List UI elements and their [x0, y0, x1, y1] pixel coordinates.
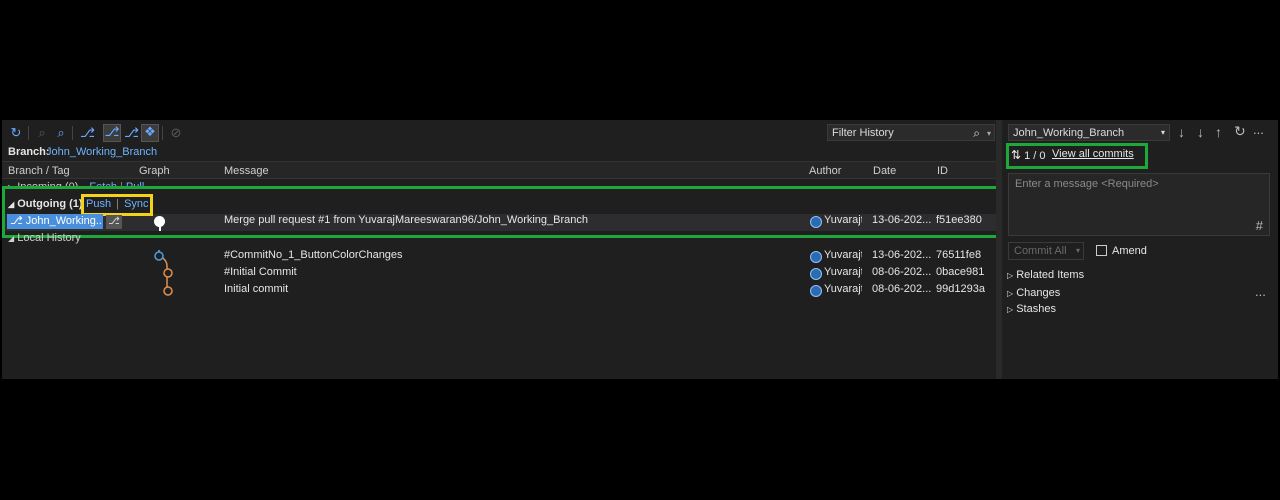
counts-text: 1 / 0 [1024, 150, 1046, 162]
commit-date: 08-06-202... [872, 266, 932, 278]
filter-history-input[interactable]: Filter History ⌕ ▾ [827, 124, 995, 141]
commit-message: #Initial Commit [224, 266, 297, 278]
push-sync-sep: | [116, 198, 119, 210]
expand-icon: ▷ [1007, 305, 1014, 314]
stashes-section[interactable]: ▷ Stashes [1007, 303, 1056, 315]
pull-icon[interactable]: ↓ [1197, 124, 1204, 140]
branch-chip[interactable]: ⎇ John_Working... [7, 214, 103, 229]
hide-icon[interactable]: ⊘ [169, 126, 183, 140]
more-options-icon[interactable]: ... [1253, 122, 1264, 137]
zoom-in-icon[interactable]: ⌕ [54, 126, 68, 140]
commit-all-button[interactable]: Commit All ▾ [1008, 242, 1084, 260]
refresh-icon[interactable]: ↻ [9, 126, 23, 140]
branch-icon[interactable]: ⎇ [80, 126, 95, 140]
local-history-label: Local History [17, 232, 81, 244]
search-icon[interactable]: ⌕ [973, 125, 980, 142]
sync-icon[interactable]: ↻ [1234, 123, 1246, 140]
push-icon[interactable]: ↑ [1215, 124, 1222, 140]
more-options-icon[interactable]: ... [1255, 284, 1266, 299]
column-author[interactable]: Author [809, 165, 841, 177]
toolbar-separator [162, 126, 163, 140]
column-date[interactable]: Date [873, 165, 896, 177]
commit-message-input[interactable]: Enter a message <Required> # [1008, 173, 1270, 236]
graph-line [159, 225, 161, 231]
expand-icon: ▷ [1007, 289, 1014, 298]
changes-section[interactable]: ▷ Changes [1007, 287, 1060, 299]
avatar [810, 285, 822, 297]
commit-author: Yuvarajt [824, 214, 862, 226]
remote-branch-icon[interactable]: ⎇ [106, 215, 122, 229]
collapse-icon: ◢ [8, 234, 15, 243]
commit-author: Yuvarajt [824, 283, 862, 295]
avatar [810, 216, 822, 228]
push-link[interactable]: Push [86, 198, 111, 210]
outgoing-label: Outgoing (1) [17, 198, 83, 210]
chevron-down-icon[interactable]: ▾ [1076, 246, 1080, 255]
column-message[interactable]: Message [224, 165, 269, 177]
avatar [810, 251, 822, 263]
section-label: Related Items [1016, 269, 1085, 281]
amend-checkbox[interactable] [1096, 245, 1107, 256]
commit-id: 76511fe8 [936, 249, 982, 261]
expand-icon: ▷ [1007, 271, 1014, 280]
collapse-icon: ◢ [8, 200, 15, 209]
outgoing-section[interactable]: ◢ Outgoing (1) [8, 198, 83, 210]
branch-chip-label: John_Working... [25, 215, 103, 227]
branch-select[interactable]: John_Working_Branch ▾ [1008, 124, 1170, 141]
commit-date: 08-06-202... [872, 283, 932, 295]
filter-placeholder: Filter History [832, 127, 894, 139]
amend-label: Amend [1112, 245, 1147, 257]
local-history-section[interactable]: ◢ Local History [8, 232, 81, 244]
avatar [810, 268, 822, 280]
column-id[interactable]: ID [937, 165, 948, 177]
commit-id: 0bace981 [936, 266, 985, 278]
remote-branches-icon[interactable]: ⎇ [124, 126, 139, 140]
toolbar-separator [28, 126, 29, 140]
up-down-arrows-icon: ⇅ [1011, 148, 1022, 162]
commit-message-placeholder: Enter a message <Required> [1015, 178, 1159, 190]
tag-icon[interactable]: ❖ [141, 124, 159, 142]
commit-date: 13-06-202... [872, 214, 932, 226]
commit-message: Merge pull request #1 from YuvarajMarees… [224, 214, 589, 226]
toolbar-separator [72, 126, 73, 140]
commit-message: #CommitNo_1_ButtonColorChanges [224, 249, 403, 261]
git-history-panel: ↻ ⌕ ⌕ ⎇ ⎇ ⎇ ❖ ⊘ Filter History ⌕ ▾ Branc… [2, 120, 999, 379]
branch-name: John_Working_Branch [46, 146, 158, 158]
section-label: Stashes [1016, 303, 1056, 315]
commit-author: Yuvarajt [824, 249, 862, 261]
chevron-down-icon[interactable]: ▾ [987, 125, 991, 142]
hash-icon[interactable]: # [1256, 218, 1263, 233]
git-changes-panel: John_Working_Branch ▾ ↓ ↓ ↑ ↻ ... ⇅ 1 / … [1002, 120, 1278, 379]
commit-all-label: Commit All [1014, 245, 1067, 257]
zoom-out-icon[interactable]: ⌕ [35, 126, 49, 140]
column-branch-tag[interactable]: Branch / Tag [8, 165, 70, 177]
branch-select-value: John_Working_Branch [1013, 127, 1125, 139]
fetch-icon[interactable]: ↓ [1178, 124, 1185, 140]
toggle-branches-icon[interactable]: ⎇ [103, 124, 121, 142]
column-graph[interactable]: Graph [139, 165, 170, 177]
branch-icon: ⎇ [10, 215, 23, 227]
commit-author: Yuvarajt [824, 266, 862, 278]
section-label: Changes [1016, 287, 1061, 299]
commit-id: f51ee380 [936, 214, 982, 226]
chevron-down-icon[interactable]: ▾ [1161, 128, 1165, 137]
branch-label: Branch: [8, 146, 50, 158]
commit-graph [154, 249, 173, 296]
outgoing-incoming-counts: ⇅ 1 / 0 [1011, 148, 1046, 162]
commit-message: Initial commit [224, 283, 289, 295]
push-sync-links: Push | Sync [86, 198, 149, 210]
sync-link[interactable]: Sync [124, 198, 148, 210]
commit-id: 99d1293a [936, 283, 985, 295]
view-all-commits-link[interactable]: View all commits [1052, 148, 1134, 160]
related-items-section[interactable]: ▷ Related Items [1007, 269, 1084, 281]
commit-date: 13-06-202... [872, 249, 932, 261]
